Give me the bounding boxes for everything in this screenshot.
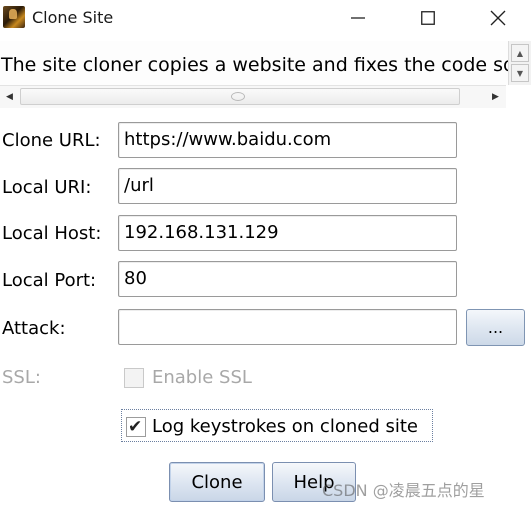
horizontal-scrollbar[interactable]: ◀ ▶: [0, 85, 506, 108]
clone-url-label: Clone URL:: [2, 130, 101, 151]
description-area: The site cloner copies a website and fix…: [0, 41, 532, 108]
window-title: Clone Site: [32, 8, 114, 27]
clone-button[interactable]: Clone: [169, 462, 265, 502]
enable-ssl-checkbox: [124, 368, 144, 388]
close-button[interactable]: [463, 0, 532, 36]
log-keystrokes-checkbox[interactable]: ✔: [126, 417, 146, 437]
attack-input[interactable]: [118, 309, 457, 345]
enable-ssl-label: Enable SSL: [152, 367, 252, 388]
checkmark-icon: ✔: [128, 417, 143, 437]
horizontal-scroll-thumb[interactable]: [20, 88, 460, 105]
local-uri-label: Local URI:: [2, 177, 92, 198]
minimize-button[interactable]: [323, 0, 393, 36]
ssl-label: SSL:: [2, 367, 41, 388]
arrow-right-icon: ▶: [492, 91, 499, 102]
description-text: The site cloner copies a website and fix…: [1, 54, 508, 76]
scroll-down-button[interactable]: ▼: [511, 64, 529, 82]
scroll-up-button[interactable]: ▲: [511, 44, 529, 62]
attack-browse-button[interactable]: ...: [466, 309, 525, 346]
vertical-scrollbar[interactable]: ▲ ▼: [508, 41, 531, 85]
log-keystrokes-label[interactable]: Log keystrokes on cloned site: [152, 416, 418, 437]
local-port-label: Local Port:: [2, 270, 97, 291]
local-host-label: Local Host:: [2, 223, 102, 244]
arrow-left-icon: ◀: [6, 91, 13, 102]
arrow-down-icon: ▼: [516, 68, 524, 78]
description-viewport[interactable]: The site cloner copies a website and fix…: [0, 41, 508, 85]
attack-label: Attack:: [2, 318, 66, 339]
maximize-button[interactable]: [393, 0, 463, 36]
local-uri-input[interactable]: /url: [118, 168, 457, 204]
close-icon: [490, 10, 506, 26]
arrow-up-icon: ▲: [516, 48, 524, 58]
scroll-left-button[interactable]: ◀: [0, 87, 19, 106]
scroll-right-button[interactable]: ▶: [486, 87, 505, 106]
help-button[interactable]: Help: [272, 462, 356, 502]
minimize-icon: [351, 17, 365, 19]
scroll-grip-icon: [231, 92, 245, 101]
maximize-icon: [421, 11, 435, 25]
app-icon: [3, 6, 25, 28]
clone-url-input[interactable]: https://www.baidu.com: [118, 122, 457, 158]
local-port-input[interactable]: 80: [118, 261, 457, 297]
local-host-input[interactable]: 192.168.131.129: [118, 215, 457, 251]
title-bar: Clone Site: [0, 0, 532, 36]
clone-site-window: Clone Site The site cloner copies a webs…: [0, 0, 532, 508]
